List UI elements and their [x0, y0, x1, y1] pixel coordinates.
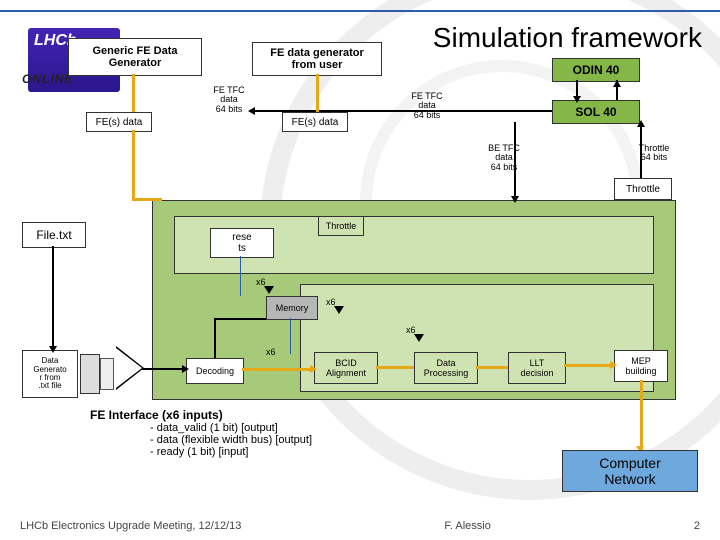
arrow-down-icon — [511, 196, 519, 203]
sol40-box: SOL 40 — [552, 100, 640, 124]
line-file-datagen — [52, 246, 54, 350]
line-sol-fe — [252, 110, 552, 112]
fe-data-box-left: FE(s) data — [86, 112, 152, 132]
bcid-l2: Alignment — [326, 368, 366, 378]
arrow-up-icon — [637, 120, 645, 127]
dproc-l2: Processing — [424, 368, 469, 378]
llt-decision-box: LLT decision — [508, 352, 566, 384]
mep-l2: building — [625, 366, 656, 376]
user-fe-generator-l2: from user — [292, 59, 343, 71]
datagen-l4: .txt file — [38, 382, 61, 390]
generic-fe-generator-l1: Generic FE Data — [93, 45, 178, 57]
fe-data-box-right: FE(s) data — [282, 112, 348, 132]
footer-left: LHCb Electronics Upgrade Meeting, 12/12/… — [20, 520, 241, 532]
footer-center: F. Alessio — [444, 520, 490, 532]
fe-interface-line2: - data (flexible width bus) [output] — [150, 434, 312, 446]
data-generator-box: Data Generato r from .txt file — [22, 350, 78, 398]
line-decoding-mem-h — [214, 318, 266, 320]
footer-page-number: 2 — [694, 520, 700, 532]
slide-title: Simulation framework — [433, 22, 702, 54]
throttle-64-label: Throttle 64 bits — [628, 144, 680, 163]
resets-l2: ts — [238, 243, 246, 254]
line-throttle — [640, 122, 642, 178]
bcid-alignment-box: BCID Alignment — [314, 352, 378, 384]
user-fe-generator-l1: FE data generator — [270, 47, 364, 59]
throttle-inner-box: Throttle — [318, 216, 364, 236]
data-generator-shadow — [80, 354, 100, 394]
line-mep-net — [640, 380, 643, 450]
fe-interface-line1: - data_valid (1 bit) [output] — [150, 422, 312, 434]
arrow-down-icon — [414, 334, 424, 342]
top-rule — [0, 10, 720, 12]
line-llt-mep — [564, 364, 614, 367]
arrow-down-icon — [49, 346, 57, 353]
memory-box: Memory — [266, 296, 318, 320]
computer-network-l2: Network — [604, 471, 655, 487]
line-dp-llt — [476, 366, 508, 369]
fe-interface-line3: - ready (1 bit) [input] — [150, 446, 312, 458]
fe-tfc-label-1: FE TFC data 64 bits — [204, 86, 254, 114]
arrow-down-icon — [334, 306, 344, 314]
mep-building-box: MEP building — [614, 350, 668, 382]
slide-footer: LHCb Electronics Upgrade Meeting, 12/12/… — [0, 520, 720, 532]
line-mem-down — [290, 318, 291, 354]
logo-bottom-text: ONLINE — [22, 72, 73, 86]
slide-root: LHCb ONLINE Simulation framework Generic… — [0, 0, 720, 540]
line-gen-fe-l — [132, 74, 135, 112]
line-dec-bcid — [242, 368, 314, 371]
user-fe-generator-box: FE data generator from user — [252, 42, 382, 76]
line-reset-down — [240, 256, 241, 296]
generic-fe-generator-box: Generic FE Data Generator — [68, 38, 202, 76]
arrow-down-icon — [264, 286, 274, 294]
decoding-box: Decoding — [186, 358, 244, 384]
line-fe-down-l — [132, 130, 135, 200]
data-generator-shadow2 — [100, 358, 114, 390]
computer-network-l1: Computer — [599, 455, 660, 471]
line-bcid-dp — [376, 366, 414, 369]
fe-tfc-label-2: FE TFC data 64 bits — [402, 92, 452, 120]
line-mux-decoding — [142, 368, 186, 370]
line-decoding-mem — [214, 318, 216, 358]
resets-l1: rese — [232, 232, 251, 243]
mep-l1: MEP — [631, 356, 651, 366]
computer-network-box: Computer Network — [562, 450, 698, 492]
fe-interface-text: FE Interface (x6 inputs) - data_valid (1… — [90, 408, 312, 458]
x6-label-d: x6 — [266, 348, 276, 357]
odin40-box: ODIN 40 — [552, 58, 640, 82]
arrow-down-icon — [573, 96, 581, 103]
data-processing-box: Data Processing — [414, 352, 478, 384]
be-tfc-label: BE TFC data 64 bits — [480, 144, 528, 172]
line-sol-dsp — [514, 122, 516, 200]
bcid-l1: BCID — [335, 358, 357, 368]
line-gen-fe-r — [316, 74, 319, 112]
mux-triangle-icon — [116, 348, 142, 388]
arrow-right-icon — [182, 365, 189, 373]
arrow-right-icon — [310, 365, 317, 373]
llt-l1: LLT — [530, 358, 545, 368]
file-txt-box: File.txt — [22, 222, 86, 248]
arrow-up-icon — [613, 80, 621, 87]
throttle-box: Throttle — [614, 178, 672, 200]
generic-fe-generator-l2: Generator — [109, 57, 162, 69]
llt-l2: decision — [520, 368, 553, 378]
dproc-l1: Data — [436, 358, 455, 368]
arrow-right-icon — [610, 361, 617, 369]
line-fe-h-l — [132, 198, 162, 201]
fe-interface-heading: FE Interface (x6 inputs) — [90, 408, 223, 422]
arrow-left-icon — [248, 107, 255, 115]
resets-box: rese ts — [210, 228, 274, 258]
